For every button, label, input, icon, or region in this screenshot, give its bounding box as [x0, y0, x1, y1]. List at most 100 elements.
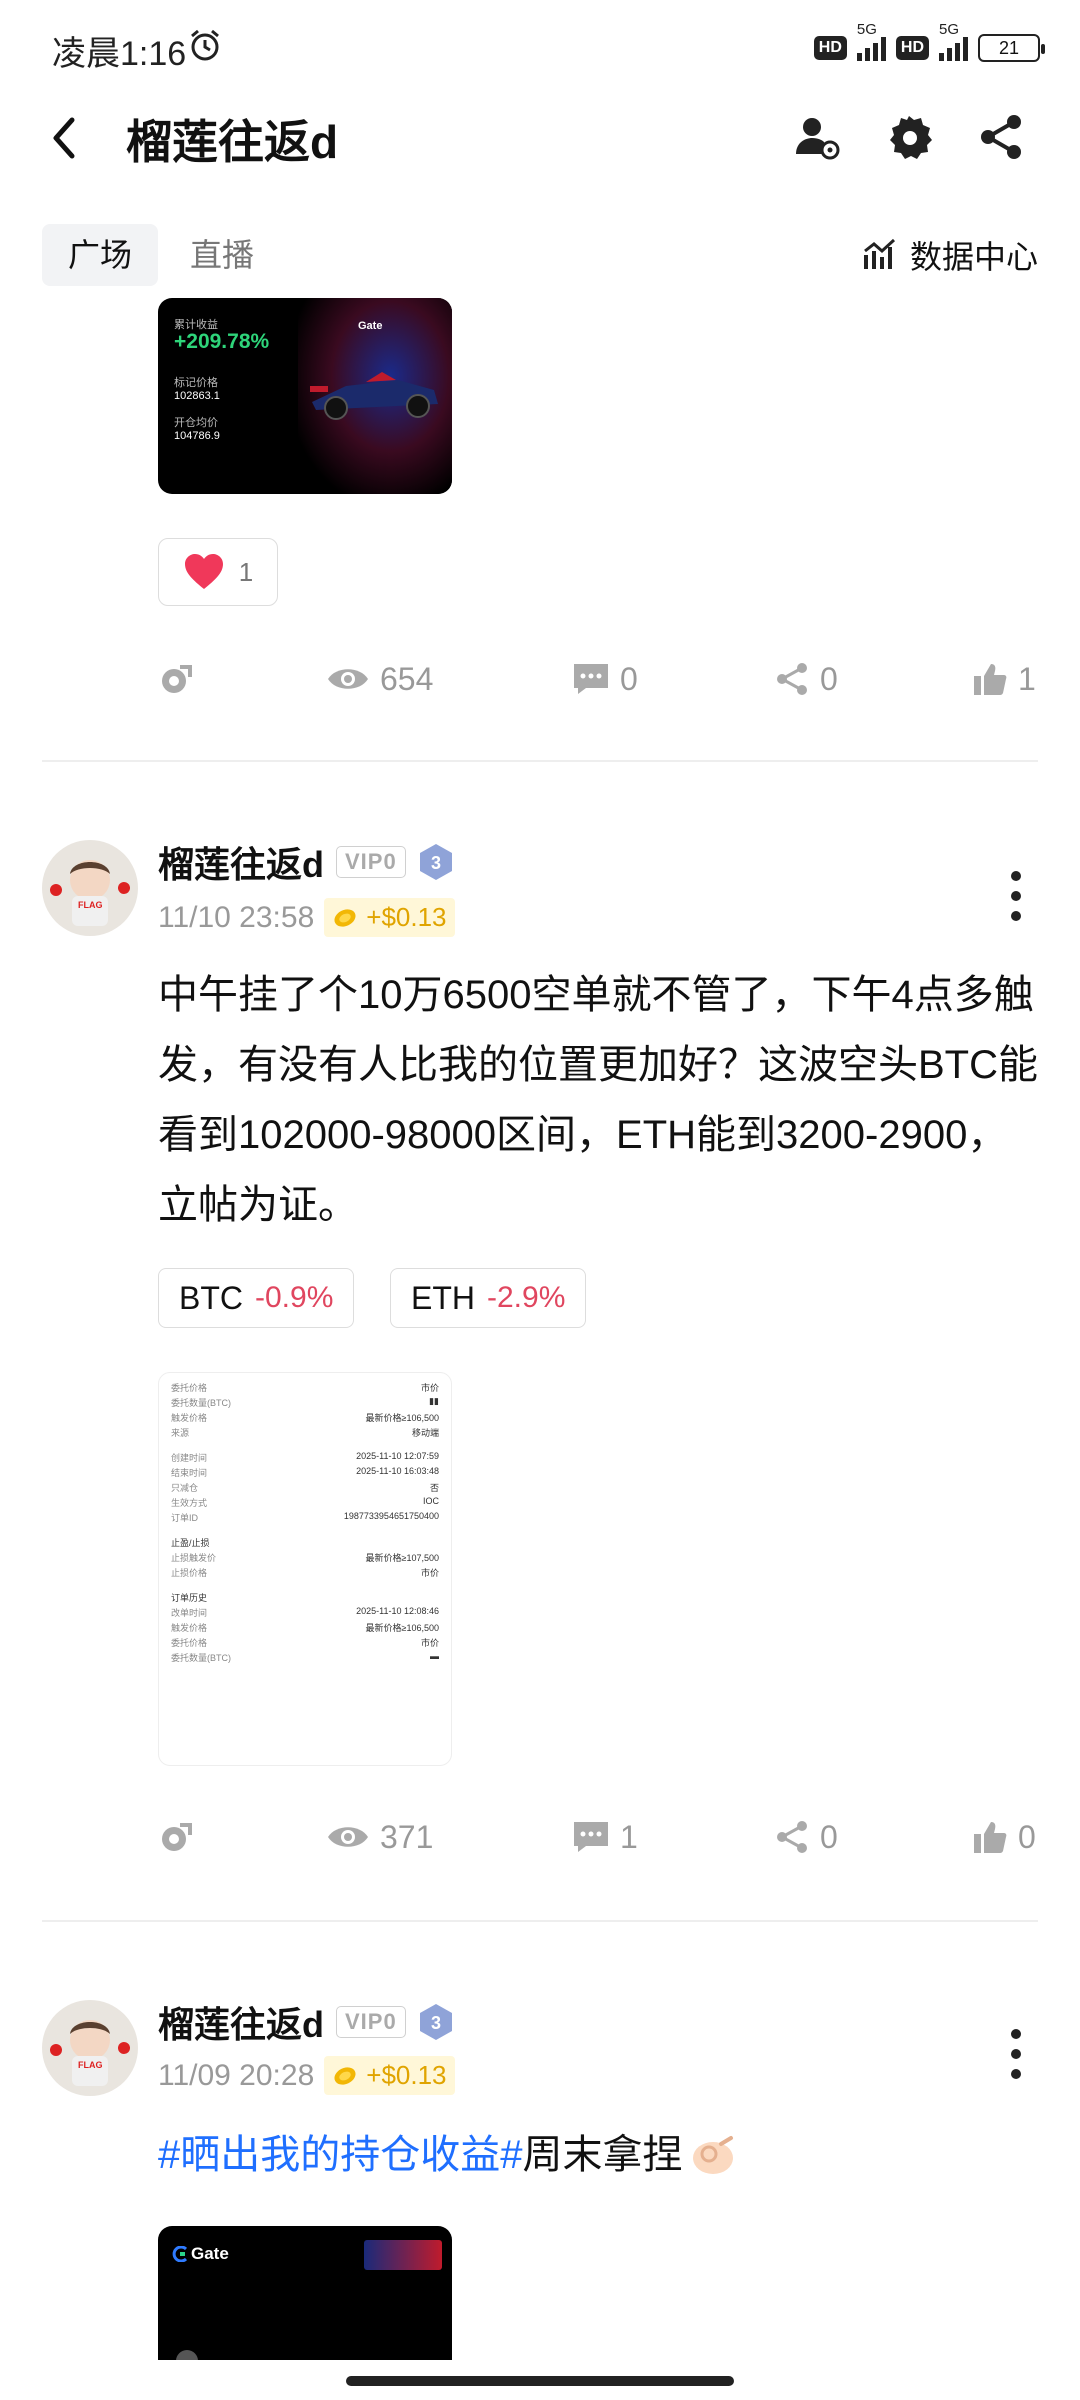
receipt-label: 委托价格 [171, 1383, 208, 1393]
receipt-row: 触发价格 最新价格≥106,500 [171, 1621, 439, 1635]
comment-count: 1 [620, 1818, 638, 1855]
tag-change: -0.9% [255, 1281, 334, 1314]
receipt-label: 订单ID [171, 1513, 199, 1523]
tag-change: -2.9% [487, 1281, 566, 1314]
comment-icon [574, 664, 608, 694]
more-options-icon[interactable] [1008, 2026, 1024, 2082]
earnings-badge: +$0.13 [324, 2056, 455, 2095]
receipt-label: 委托数量(BTC) [171, 1398, 231, 1408]
like-button[interactable]: 0 [972, 1810, 1036, 1864]
more-options-icon[interactable] [1008, 868, 1024, 924]
like-button[interactable]: 1 [972, 652, 1036, 706]
receipt-label: 止损触发价 [171, 1553, 217, 1563]
receipt-value: 市价 [420, 1383, 439, 1393]
receipt-value: 移动端 [411, 1428, 439, 1438]
gear-icon[interactable] [884, 112, 934, 162]
divider [42, 1920, 1038, 1922]
post-text: 周末拿捏 [522, 2133, 683, 2177]
repost-icon [162, 1823, 192, 1851]
receipt-row: 订单ID 1987733954651750400 [171, 1511, 439, 1525]
post-date: 11/09 20:28 [158, 2058, 315, 2092]
share-post-button[interactable]: 0 [774, 652, 838, 706]
battery-icon: 21 [978, 34, 1045, 62]
receipt-label: 只减仓 [171, 1483, 199, 1493]
receipt-label: 来源 [171, 1428, 190, 1438]
receipt-value: 2025-11-10 12:07:59 [356, 1451, 439, 1461]
heart-reaction[interactable]: 1 [158, 538, 278, 606]
receipt-row: 委托数量(BTC) ▮▮ [171, 1396, 439, 1410]
home-indicator[interactable] [346, 2376, 734, 2386]
repost-button[interactable] [158, 652, 194, 706]
post-body: #晒出我的持仓收益# 周末拿捏 [158, 2120, 1038, 2190]
racecar-art: Gate [298, 298, 452, 494]
svg-text:FLAG: FLAG [78, 2060, 103, 2070]
gate-logo-icon [172, 2246, 188, 2262]
signal-icon: 5G [856, 21, 886, 61]
hashtag-link[interactable]: #晒出我的持仓收益# [158, 2120, 523, 2190]
avatar[interactable]: FLAG [42, 2000, 138, 2096]
receipt-row: 止损触发价 最新价格≥107,500 [171, 1551, 439, 1565]
receipt-label: 改单时间 [171, 1608, 208, 1618]
coin-icon [334, 908, 356, 927]
coin-tag-eth[interactable]: ETH -2.9% [390, 1268, 587, 1328]
card-mark-price: 102863.1 [174, 390, 220, 402]
views-stat: 371 [326, 1810, 433, 1864]
comment-button[interactable]: 0 [572, 652, 638, 706]
receipt-row: 止盈/止损 [171, 1536, 439, 1550]
card-pnl: +209.78% [174, 330, 270, 353]
comment-button[interactable]: 1 [572, 1810, 638, 1864]
receipt-label: 结束时间 [171, 1468, 208, 1478]
status-bar: 凌晨1:16 HD 5G HD 5G 21 [0, 0, 1080, 96]
like-count: 0 [1018, 1818, 1036, 1855]
coin-tag-btc[interactable]: BTC -0.9% [158, 1268, 355, 1328]
post-body: 中午挂了个10万6500空单就不管了，下午4点多触发，有没有人比我的位置更加好？… [158, 973, 1038, 1227]
receipt-label: 创建时间 [171, 1453, 208, 1463]
tab-square[interactable]: 广场 [42, 224, 159, 286]
author-name[interactable]: 榴莲往返d [158, 1996, 324, 2048]
receipt-row: 只减仓 否 [171, 1481, 439, 1495]
status-time: 凌晨1:16 [52, 35, 187, 73]
alarm-icon [191, 29, 219, 61]
post-actions: 654 0 0 1 [158, 652, 1042, 706]
receipt-label: 触发价格 [171, 1623, 208, 1633]
card-mark-label: 标记价格 [174, 377, 218, 389]
share-post-button[interactable]: 0 [774, 1810, 838, 1864]
receipt-label: 订单历史 [171, 1593, 208, 1603]
share-icon [777, 1821, 807, 1853]
tag-symbol: ETH [411, 1279, 475, 1316]
comment-count: 0 [620, 660, 638, 697]
order-receipt-image[interactable]: 委托价格 市价委托数量(BTC) ▮▮ 触发价格 最新价格≥106,500 来源 移动端创建… [158, 1372, 452, 1766]
position-card-image[interactable]: Gate [158, 2226, 452, 2360]
data-center-link[interactable]: 数据中心 [862, 232, 1038, 278]
share-icon[interactable] [976, 112, 1026, 162]
svg-text:3: 3 [431, 2013, 441, 2033]
repost-button[interactable] [158, 1810, 194, 1864]
like-count: 1 [1018, 660, 1036, 697]
data-center-label: 数据中心 [909, 239, 1038, 275]
receipt-row: 来源 移动端 [171, 1426, 439, 1440]
divider [42, 760, 1038, 762]
back-icon[interactable] [44, 112, 84, 164]
post-date: 11/10 23:58 [158, 900, 315, 934]
receipt-row: 委托数量(BTC) ▬ [171, 1651, 439, 1665]
position-card-image[interactable]: 累计收益 +209.78% 标记价格 102863.1 开仓均价 104786.… [158, 298, 452, 494]
receipt-value: 否 [429, 1483, 439, 1493]
views-stat: 654 [326, 652, 433, 706]
gate-logo: Gate [172, 2244, 229, 2264]
repost-icon [162, 665, 192, 693]
tab-live[interactable]: 直播 [164, 224, 280, 286]
receipt-row: 生效方式 IOC [171, 1496, 439, 1510]
avatar[interactable]: FLAG [42, 840, 138, 936]
signal-icon-2: 5G [939, 21, 968, 61]
share-count: 0 [820, 1818, 838, 1855]
user-manage-icon[interactable] [792, 112, 842, 162]
card-brand: Gate [358, 320, 383, 332]
post-meta-row: 11/10 23:58 +$0.13 [158, 898, 455, 937]
card-open-label: 开仓均价 [174, 417, 218, 429]
svg-text:3: 3 [431, 853, 441, 873]
vip-badge: VIP0 [336, 846, 406, 878]
author-name[interactable]: 榴莲往返d [158, 836, 324, 888]
receipt-label: 触发价格 [171, 1413, 208, 1423]
receipt-value: 最新价格≥107,500 [365, 1553, 439, 1563]
receipt-value: ▮▮ [429, 1396, 439, 1406]
